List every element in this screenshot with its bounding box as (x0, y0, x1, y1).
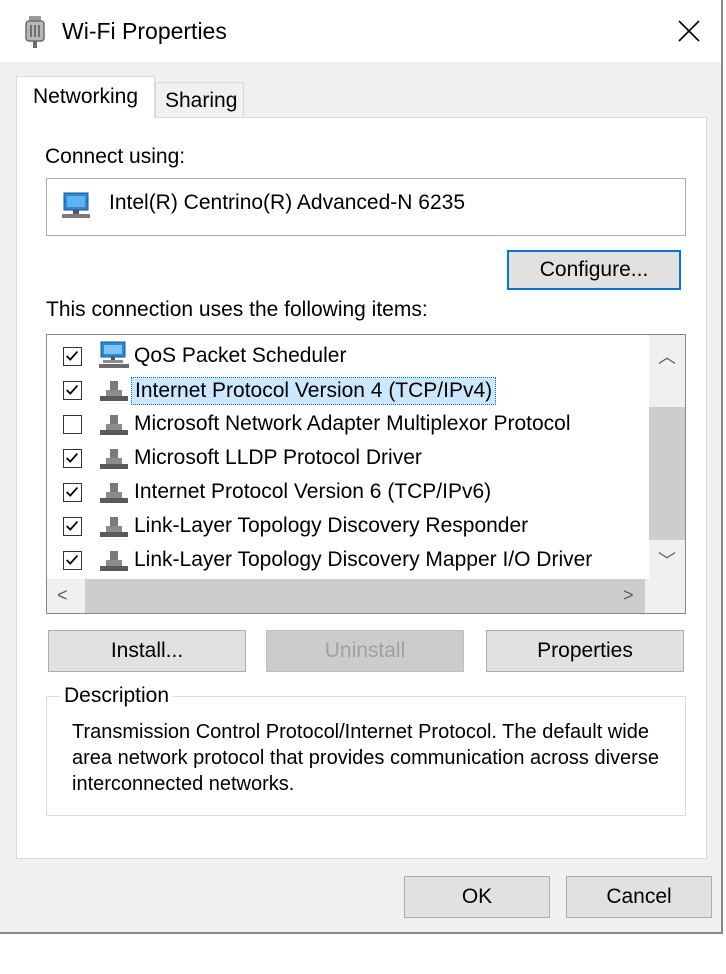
uninstall-button: Uninstall (266, 630, 464, 672)
network-card-icon (62, 192, 90, 218)
title-bar: Wi-Fi Properties (0, 0, 721, 62)
close-icon (678, 20, 700, 42)
window-title: Wi-Fi Properties (62, 18, 227, 44)
connect-using-label: Connect using: (45, 145, 186, 168)
item-label: Link-Layer Topology Discovery Responder (134, 514, 529, 537)
list-item[interactable]: Microsoft LLDP Protocol Driver (47, 441, 651, 475)
checkmark-icon (66, 520, 79, 531)
list-item[interactable]: Microsoft Network Adapter Multiplexor Pr… (47, 407, 651, 441)
tab-sharing[interactable]: Sharing (155, 82, 244, 118)
close-button[interactable] (657, 0, 721, 62)
qos-network-icon (97, 341, 131, 369)
item-checkbox[interactable] (63, 347, 82, 366)
item-checkbox[interactable] (63, 517, 82, 536)
list-item[interactable]: Link-Layer Topology Discovery Responder (47, 509, 651, 543)
description-text: Transmission Control Protocol/Internet P… (72, 721, 659, 795)
list-item[interactable]: Link-Layer Topology Discovery Mapper I/O… (47, 543, 651, 577)
vertical-scroll-thumb[interactable] (649, 407, 685, 540)
description-legend: Description (60, 684, 174, 708)
checkmark-icon (66, 486, 79, 497)
install-button[interactable]: Install... (48, 630, 246, 672)
tab-networking[interactable]: Networking (16, 76, 155, 118)
wifi-properties-dialog: Wi-Fi Properties Networking Sharing Conn… (0, 0, 723, 934)
items-list[interactable]: QoS Packet Scheduler Internet Protocol Ve… (46, 334, 686, 614)
item-checkbox[interactable] (63, 381, 82, 400)
checkmark-icon (66, 554, 79, 565)
ok-button[interactable]: OK (404, 876, 550, 918)
item-label: Link-Layer Topology Discovery Mapper I/O… (134, 548, 593, 571)
item-checkbox[interactable] (63, 551, 82, 570)
scroll-right-icon[interactable]: > (623, 585, 634, 606)
item-checkbox[interactable] (63, 449, 82, 468)
item-label: Internet Protocol Version 6 (TCP/IPv6) (134, 480, 492, 503)
protocol-icon (97, 545, 131, 573)
checkmark-icon (66, 384, 79, 395)
item-label: Internet Protocol Version 4 (TCP/IPv4) (131, 377, 497, 405)
scroll-down-icon[interactable]: ﹀ (658, 547, 676, 573)
list-item[interactable]: Internet Protocol Version 4 (TCP/IPv4) (47, 373, 651, 407)
item-label: QoS Packet Scheduler (134, 344, 347, 367)
adapter-field: Intel(R) Centrino(R) Advanced-N 6235 (46, 178, 686, 236)
adapter-name: Intel(R) Centrino(R) Advanced-N 6235 (109, 191, 465, 214)
protocol-icon (97, 375, 131, 403)
item-label: Microsoft LLDP Protocol Driver (134, 446, 422, 469)
items-label: This connection uses the following items… (46, 298, 428, 321)
checkmark-icon (66, 452, 79, 463)
vertical-scrollbar[interactable]: ︿ ﹀ (649, 335, 685, 580)
horizontal-scroll-thumb[interactable] (85, 579, 645, 613)
checkmark-icon (66, 350, 79, 361)
protocol-icon (97, 477, 131, 505)
configure-button[interactable]: Configure... (507, 250, 681, 290)
properties-button[interactable]: Properties (486, 630, 684, 672)
cancel-button[interactable]: Cancel (566, 876, 712, 918)
scroll-up-icon[interactable]: ︿ (658, 343, 676, 369)
item-checkbox[interactable] (63, 483, 82, 502)
protocol-icon (97, 409, 131, 437)
list-item[interactable]: Internet Protocol Version 6 (TCP/IPv6) (47, 475, 651, 509)
protocol-icon (97, 511, 131, 539)
list-item[interactable]: QoS Packet Scheduler (47, 339, 651, 373)
item-checkbox[interactable] (63, 415, 82, 434)
scroll-left-icon[interactable]: < (57, 585, 68, 606)
horizontal-scrollbar[interactable]: < > (47, 579, 685, 613)
protocol-icon (97, 443, 131, 471)
item-label: Microsoft Network Adapter Multiplexor Pr… (134, 412, 571, 435)
network-adapter-icon (25, 16, 45, 48)
